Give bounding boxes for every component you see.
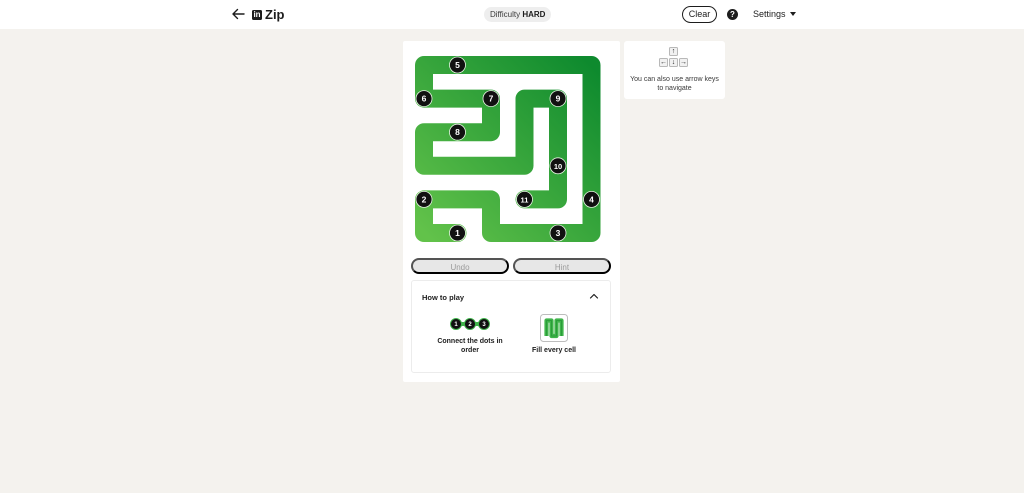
difficulty-badge: Difficulty HARD	[484, 7, 552, 22]
numbered-dot-1[interactable]: 1	[449, 224, 466, 242]
dot-label: 11	[521, 195, 529, 204]
difficulty-label: Difficulty	[490, 10, 521, 19]
dot-label: 4	[589, 194, 594, 204]
caret-down-icon	[789, 12, 796, 16]
dot-label: 5	[455, 60, 460, 70]
app-logo[interactable]: in Zip	[252, 7, 285, 22]
arrow-down-key-icon: ↓	[669, 58, 678, 67]
numbered-dot-5[interactable]: 5	[449, 56, 466, 74]
settings-label: Settings	[753, 9, 786, 19]
numbered-dot-6[interactable]: 6	[415, 90, 433, 107]
numbered-dot-2[interactable]: 2	[415, 190, 433, 208]
fill-cells-icon	[540, 314, 568, 342]
dot-label: 3	[556, 228, 561, 238]
arrow-keys-tip: ↑ ← ↓ → You can also use arrow keys to n…	[624, 41, 725, 99]
dot-label: 7	[489, 94, 494, 104]
dot-label: 2	[422, 194, 427, 204]
settings-menu[interactable]: Settings	[753, 9, 796, 19]
back-arrow-icon[interactable]	[229, 5, 247, 23]
numbered-dot-11[interactable]: 11	[516, 190, 533, 208]
connect-dots-icon: 1 2 3	[450, 318, 490, 330]
chevron-up-icon[interactable]	[589, 292, 599, 300]
numbered-dot-8[interactable]: 8	[449, 123, 466, 141]
arrow-left-key-icon: ←	[659, 58, 668, 67]
difficulty-value: HARD	[522, 10, 546, 19]
top-bar: in Zip Difficulty HARD Clear ? Settings	[0, 0, 1024, 29]
tip-text: You can also use arrow keys to navigate	[630, 76, 719, 92]
rule-fill-cells: Fill every cell	[532, 347, 576, 354]
arrow-right-key-icon: →	[679, 58, 688, 67]
help-icon[interactable]: ?	[727, 9, 738, 20]
solution-path	[415, 56, 601, 242]
how-to-play-panel: How to play 1 2 3 Connect the dots in or…	[411, 280, 611, 373]
numbered-dot-9[interactable]: 9	[549, 90, 567, 107]
clear-button[interactable]: Clear	[682, 6, 717, 23]
numbered-dot-4[interactable]: 4	[583, 190, 600, 208]
hint-button[interactable]: Hint	[513, 258, 611, 274]
dot-label: 6	[422, 94, 427, 104]
rule-connect-dots: Connect the dots in order	[437, 338, 503, 354]
dot-label: 9	[556, 94, 561, 104]
dot-label: 1	[455, 228, 460, 238]
undo-button[interactable]: Undo	[411, 258, 509, 274]
puzzle-board[interactable]: 1 2 3 4 5 6 7 8 9 10 11	[408, 48, 613, 250]
numbered-dot-7[interactable]: 7	[482, 90, 500, 107]
how-to-play-title: How to play	[422, 293, 465, 302]
dot-label: 10	[554, 162, 562, 171]
linkedin-icon: in	[252, 9, 262, 20]
arrow-up-key-icon: ↑	[669, 47, 678, 56]
app-name: Zip	[265, 7, 285, 22]
numbered-dot-3[interactable]: 3	[549, 224, 567, 242]
dot-label: 8	[455, 127, 460, 137]
numbered-dot-10[interactable]: 10	[549, 157, 567, 175]
